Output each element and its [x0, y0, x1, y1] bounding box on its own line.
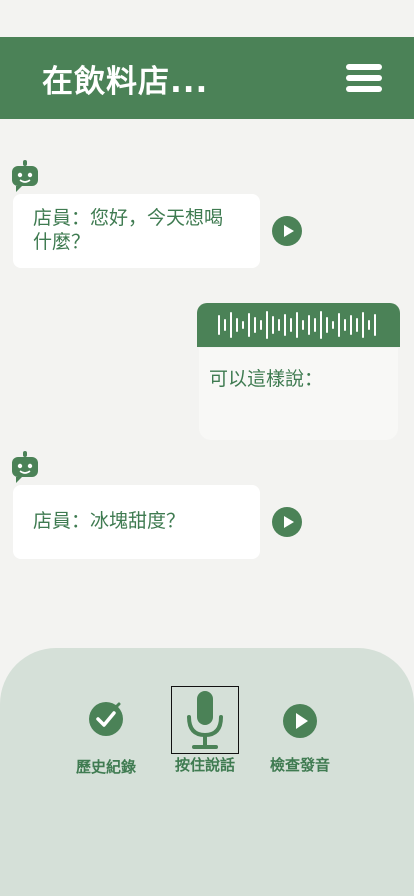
voice-waveform[interactable]: [197, 303, 400, 347]
microphone-icon: [187, 691, 223, 749]
robot-icon: [12, 160, 38, 192]
phone-frame-top: [0, 0, 414, 40]
history-label: 歷史紀錄: [75, 758, 136, 776]
hold-to-speak-label-wrap: 按住說話: [163, 754, 247, 775]
play-audio-button[interactable]: [272, 216, 302, 246]
message-text: 店員：您好，今天想喝什麼？: [33, 207, 224, 253]
app-header: 在飲料店...: [0, 37, 414, 119]
robot-icon: [12, 451, 38, 483]
suggestion-box: 可以這樣說：: [199, 348, 398, 440]
message-text: 店員：冰塊甜度？: [33, 510, 186, 532]
hold-to-speak-button[interactable]: [171, 686, 239, 754]
suggestion-text: 可以這樣說：: [209, 368, 324, 390]
play-icon: [283, 704, 317, 738]
hamburger-menu-icon[interactable]: [346, 64, 382, 92]
history-button[interactable]: 歷史紀錄: [64, 702, 148, 777]
waveform-icon: [218, 311, 376, 339]
check-pronunciation-button[interactable]: 檢查發音: [258, 704, 342, 775]
play-audio-button[interactable]: [272, 507, 302, 537]
bot-message-bubble: 店員：您好，今天想喝什麼？: [13, 194, 260, 268]
bot-message-bubble: 店員：冰塊甜度？: [13, 485, 260, 559]
hold-to-speak-label: 按住說話: [174, 756, 235, 774]
page-title: 在飲料店...: [42, 63, 209, 100]
check-icon: [89, 702, 123, 736]
check-pronunciation-label: 檢查發音: [269, 756, 330, 774]
